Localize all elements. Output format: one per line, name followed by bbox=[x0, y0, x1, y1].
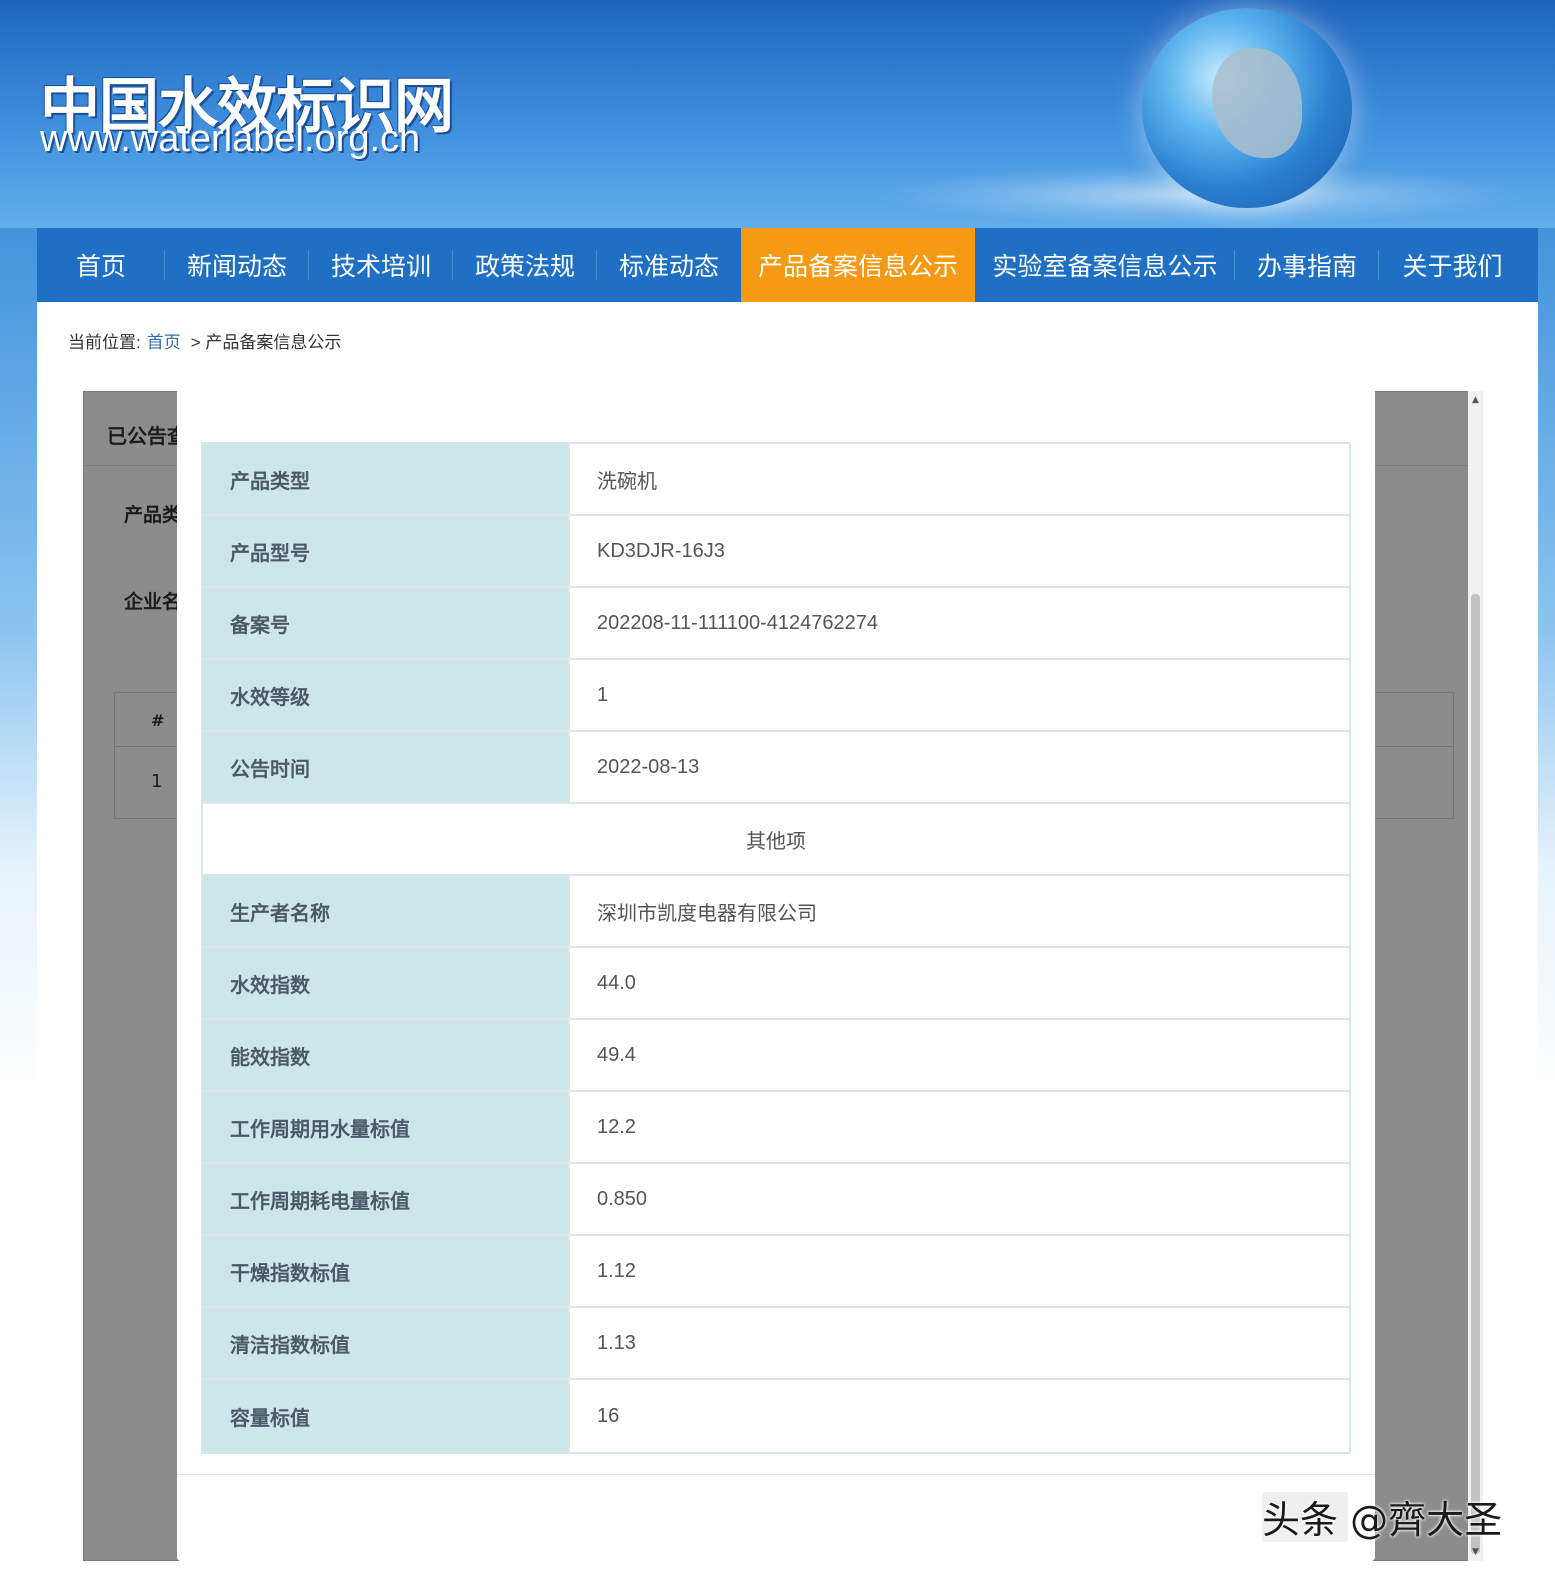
nav-item-label: 新闻动态 bbox=[186, 252, 287, 281]
detail-row: 水效指数 44.0 bbox=[203, 948, 1349, 1020]
detail-value: 洗碗机 bbox=[597, 470, 657, 493]
section-title: 其他项 bbox=[746, 828, 806, 853]
nav-item-about[interactable]: 关于我们 bbox=[1379, 228, 1526, 302]
detail-value: 49.4 bbox=[597, 1043, 636, 1066]
detail-row: 产品类型 洗碗机 bbox=[203, 444, 1349, 516]
detail-row: 工作周期用水量标值 12.2 bbox=[203, 1092, 1349, 1164]
detail-row: 干燥指数标值 1.12 bbox=[203, 1236, 1349, 1308]
detail-key: 干燥指数标值 bbox=[203, 1236, 570, 1306]
nav-item-label: 产品备案信息公示 bbox=[757, 252, 958, 281]
breadcrumb-separator: > bbox=[190, 333, 201, 352]
detail-value: 深圳市凯度电器有限公司 bbox=[597, 902, 817, 925]
detail-key: 产品类型 bbox=[203, 444, 570, 514]
scroll-down-arrow-icon[interactable]: ▼ bbox=[1469, 1544, 1482, 1560]
nav-item-standards[interactable]: 标准动态 bbox=[597, 228, 741, 302]
nav-item-product-filing[interactable]: 产品备案信息公示 bbox=[741, 228, 975, 302]
nav-item-policy[interactable]: 政策法规 bbox=[453, 228, 597, 302]
section-header-row: 其他项 bbox=[203, 804, 1349, 876]
detail-row: 产品型号 KD3DJR-16J3 bbox=[203, 516, 1349, 588]
nav-item-news[interactable]: 新闻动态 bbox=[165, 228, 309, 302]
nav-item-home[interactable]: 首页 bbox=[37, 228, 165, 302]
detail-value: 202208-11-111100-4124762274 bbox=[597, 611, 878, 634]
detail-value: 1.13 bbox=[597, 1331, 636, 1354]
detail-value: 1 bbox=[597, 683, 609, 706]
detail-key: 公告时间 bbox=[203, 732, 570, 802]
detail-key: 产品型号 bbox=[203, 516, 570, 586]
detail-key: 能效指数 bbox=[203, 1020, 570, 1090]
detail-key: 工作周期用水量标值 bbox=[203, 1092, 570, 1162]
globe-image bbox=[1142, 8, 1352, 208]
detail-key: 水效等级 bbox=[203, 660, 570, 730]
breadcrumb-prefix: 当前位置: bbox=[68, 333, 141, 352]
scroll-up-arrow-icon[interactable]: ▲ bbox=[1469, 392, 1482, 408]
detail-key: 备案号 bbox=[203, 588, 570, 658]
watermark-text: 头条 @齊大圣 bbox=[1262, 1497, 1503, 1542]
detail-value: 44.0 bbox=[597, 971, 636, 994]
nav-item-label: 技术培训 bbox=[330, 252, 431, 281]
nav-item-training[interactable]: 技术培训 bbox=[309, 228, 453, 302]
detail-value: 16 bbox=[597, 1404, 620, 1427]
nav-item-label: 实验室备案信息公示 bbox=[992, 252, 1218, 281]
nav-item-lab-filing[interactable]: 实验室备案信息公示 bbox=[975, 228, 1235, 302]
nav-item-label: 办事指南 bbox=[1256, 252, 1357, 281]
detail-key: 生产者名称 bbox=[203, 876, 570, 946]
detail-value: 1.12 bbox=[597, 1259, 636, 1282]
product-detail-modal: 产品类型 洗碗机 产品型号 KD3DJR-16J3 备案号 202208-11-… bbox=[177, 391, 1375, 1561]
site-banner: 中国水效标识网 www.waterlabel.org.cn bbox=[0, 0, 1555, 228]
detail-row: 工作周期耗电量标值 0.850 bbox=[203, 1164, 1349, 1236]
nav-item-label: 标准动态 bbox=[618, 252, 719, 281]
nav-item-label: 政策法规 bbox=[474, 252, 575, 281]
scrollbar-thumb[interactable] bbox=[1471, 594, 1480, 1554]
detail-row: 水效等级 1 bbox=[203, 660, 1349, 732]
watermark: 头条 @齊大圣 bbox=[1262, 1490, 1522, 1542]
detail-key: 清洁指数标值 bbox=[203, 1308, 570, 1378]
detail-row: 清洁指数标值 1.13 bbox=[203, 1308, 1349, 1380]
detail-row: 生产者名称 深圳市凯度电器有限公司 bbox=[203, 876, 1349, 948]
detail-key: 水效指数 bbox=[203, 948, 570, 1018]
modal-footer-divider bbox=[177, 1474, 1375, 1475]
detail-value: 0.850 bbox=[597, 1187, 648, 1210]
detail-key: 工作周期耗电量标值 bbox=[203, 1164, 570, 1234]
detail-row: 公告时间 2022-08-13 bbox=[203, 732, 1349, 804]
breadcrumb-current: 产品备案信息公示 bbox=[205, 333, 342, 352]
detail-row: 能效指数 49.4 bbox=[203, 1020, 1349, 1092]
nav-item-guide[interactable]: 办事指南 bbox=[1235, 228, 1379, 302]
nav-item-label: 首页 bbox=[75, 252, 126, 281]
breadcrumb: 当前位置: 首页 > 产品备案信息公示 bbox=[68, 328, 341, 353]
breadcrumb-home-link[interactable]: 首页 bbox=[147, 333, 181, 352]
detail-row: 容量标值 16 bbox=[203, 1380, 1349, 1452]
detail-row: 备案号 202208-11-111100-4124762274 bbox=[203, 588, 1349, 660]
product-detail-table: 产品类型 洗碗机 产品型号 KD3DJR-16J3 备案号 202208-11-… bbox=[201, 442, 1351, 1454]
detail-value: KD3DJR-16J3 bbox=[597, 539, 725, 562]
site-logo-url: www.waterlabel.org.cn bbox=[40, 118, 421, 160]
detail-key: 容量标值 bbox=[203, 1380, 570, 1452]
main-nav: 首页 新闻动态 技术培训 政策法规 标准动态 产品备案信息公示 实验室备案信息公… bbox=[37, 228, 1538, 302]
nav-item-label: 关于我们 bbox=[1402, 252, 1503, 281]
detail-value: 2022-08-13 bbox=[597, 755, 700, 778]
detail-value: 12.2 bbox=[597, 1115, 636, 1138]
